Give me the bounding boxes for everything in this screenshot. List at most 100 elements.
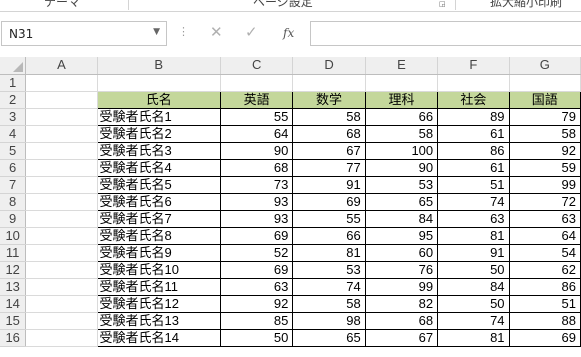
examinee-name-cell[interactable]: 受験者氏名2: [96, 125, 221, 143]
column-header-a[interactable]: A: [25, 57, 98, 75]
row-header-4[interactable]: 4: [0, 125, 27, 143]
score-cell[interactable]: 66: [365, 108, 439, 126]
score-cell[interactable]: 65: [365, 193, 439, 211]
score-cell[interactable]: 90: [220, 142, 294, 160]
column-header-c[interactable]: C: [220, 57, 294, 75]
score-cell[interactable]: 68: [292, 125, 366, 143]
score-cell[interactable]: 74: [292, 278, 366, 296]
row-header-10[interactable]: 10: [0, 227, 27, 245]
score-cell[interactable]: 66: [292, 227, 366, 245]
examinee-name-cell[interactable]: 受験者氏名7: [96, 210, 221, 228]
score-cell[interactable]: 84: [437, 278, 510, 296]
row-header-7[interactable]: 7: [0, 176, 27, 194]
column-header-f[interactable]: F: [437, 57, 510, 75]
dialog-launcher-icon[interactable]: ◲: [439, 0, 447, 8]
cancel-icon[interactable]: ✕: [210, 25, 223, 40]
cell-a8[interactable]: [25, 193, 98, 211]
score-cell[interactable]: 99: [365, 278, 439, 296]
table-header-cell[interactable]: 社会: [437, 90, 510, 109]
score-cell[interactable]: 68: [365, 312, 439, 330]
score-cell[interactable]: 93: [220, 210, 294, 228]
score-cell[interactable]: 58: [365, 125, 439, 143]
cell-a11[interactable]: [25, 244, 98, 262]
cell-a13[interactable]: [25, 278, 98, 296]
examinee-name-cell[interactable]: 受験者氏名3: [96, 142, 221, 160]
examinee-name-cell[interactable]: 受験者氏名10: [96, 261, 221, 279]
column-header-e[interactable]: E: [365, 57, 439, 75]
score-cell[interactable]: 52: [220, 244, 294, 262]
score-cell[interactable]: 59: [509, 159, 581, 177]
cell-a4[interactable]: [25, 125, 98, 143]
row-header-1[interactable]: 1: [0, 74, 27, 92]
vertical-dots-icon[interactable]: ⋮: [178, 26, 189, 37]
name-box[interactable]: N31 ▼: [1, 21, 167, 46]
score-cell[interactable]: 60: [365, 244, 439, 262]
row-header-13[interactable]: 13: [0, 278, 27, 296]
row-header-3[interactable]: 3: [0, 108, 27, 126]
score-cell[interactable]: 58: [292, 108, 366, 126]
score-cell[interactable]: 95: [365, 227, 439, 245]
score-cell[interactable]: 63: [437, 210, 510, 228]
score-cell[interactable]: 53: [292, 261, 366, 279]
row-header-5[interactable]: 5: [0, 142, 27, 160]
cell-a14[interactable]: [25, 295, 98, 313]
score-cell[interactable]: 72: [509, 193, 581, 211]
score-cell[interactable]: 69: [292, 193, 366, 211]
enter-icon[interactable]: ✓: [245, 25, 258, 40]
score-cell[interactable]: 67: [365, 329, 439, 347]
row-header-2[interactable]: 2: [0, 91, 27, 109]
score-cell[interactable]: 67: [292, 142, 366, 160]
examinee-name-cell[interactable]: 受験者氏名14: [96, 329, 221, 347]
score-cell[interactable]: 55: [220, 108, 294, 126]
formula-input[interactable]: [310, 21, 581, 46]
score-cell[interactable]: 64: [220, 125, 294, 143]
score-cell[interactable]: 51: [437, 176, 510, 194]
cell-c1[interactable]: [220, 74, 294, 92]
score-cell[interactable]: 92: [509, 142, 581, 160]
cell-a1[interactable]: [25, 74, 98, 92]
column-header-d[interactable]: D: [292, 57, 366, 75]
score-cell[interactable]: 62: [509, 261, 581, 279]
examinee-name-cell[interactable]: 受験者氏名8: [96, 227, 221, 245]
score-cell[interactable]: 89: [437, 108, 510, 126]
examinee-name-cell[interactable]: 受験者氏名1: [96, 108, 221, 126]
chevron-down-icon[interactable]: ▼: [153, 27, 160, 37]
insert-function-icon[interactable]: fx: [283, 26, 294, 41]
cell-a9[interactable]: [25, 210, 98, 228]
score-cell[interactable]: 64: [509, 227, 581, 245]
examinee-name-cell[interactable]: 受験者氏名6: [96, 193, 221, 211]
row-header-16[interactable]: 16: [0, 329, 27, 347]
cell-f1[interactable]: [437, 74, 510, 92]
cell-a10[interactable]: [25, 227, 98, 245]
score-cell[interactable]: 77: [292, 159, 366, 177]
score-cell[interactable]: 79: [509, 108, 581, 126]
cell-a12[interactable]: [25, 261, 98, 279]
cell-e1[interactable]: [365, 74, 439, 92]
score-cell[interactable]: 51: [509, 295, 581, 313]
table-header-cell[interactable]: 理科: [364, 90, 439, 109]
cell-a15[interactable]: [25, 312, 98, 330]
cell-a3[interactable]: [25, 108, 98, 126]
score-cell[interactable]: 63: [509, 210, 581, 228]
row-header-15[interactable]: 15: [0, 312, 27, 330]
score-cell[interactable]: 69: [220, 227, 294, 245]
score-cell[interactable]: 81: [437, 329, 510, 347]
score-cell[interactable]: 92: [220, 295, 294, 313]
score-cell[interactable]: 68: [220, 159, 294, 177]
score-cell[interactable]: 88: [509, 312, 581, 330]
score-cell[interactable]: 99: [509, 176, 581, 194]
score-cell[interactable]: 58: [292, 295, 366, 313]
score-cell[interactable]: 100: [365, 142, 439, 160]
table-header-cell[interactable]: 英語: [219, 90, 294, 109]
row-header-6[interactable]: 6: [0, 159, 27, 177]
examinee-name-cell[interactable]: 受験者氏名4: [96, 159, 221, 177]
examinee-name-cell[interactable]: 受験者氏名13: [96, 312, 221, 330]
examinee-name-cell[interactable]: 受験者氏名9: [96, 244, 221, 262]
score-cell[interactable]: 53: [365, 176, 439, 194]
column-header-g[interactable]: G: [509, 57, 581, 75]
examinee-name-cell[interactable]: 受験者氏名12: [96, 295, 221, 313]
score-cell[interactable]: 58: [509, 125, 581, 143]
cell-a2[interactable]: [25, 91, 98, 109]
table-header-cell[interactable]: 国語: [508, 90, 581, 109]
table-header-cell[interactable]: 氏名: [96, 90, 221, 109]
